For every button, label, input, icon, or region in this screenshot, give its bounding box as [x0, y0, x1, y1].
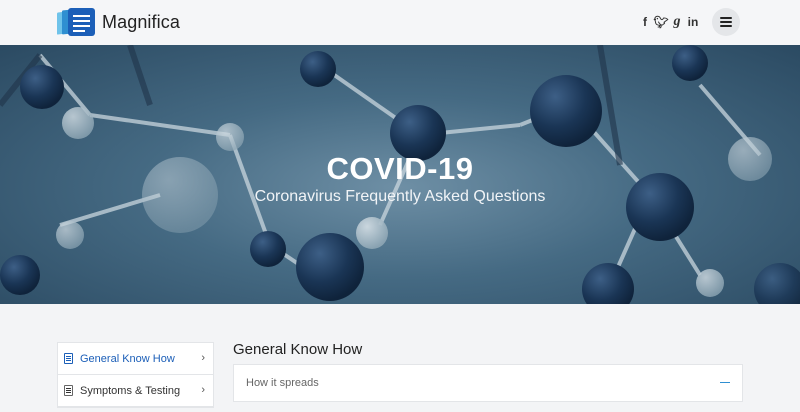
faq-category-sidebar: General Know How › Symptoms & Testing ›: [57, 342, 214, 408]
chevron-right-icon: ›: [201, 352, 205, 364]
google-plus-icon[interactable]: g: [669, 14, 685, 30]
document-icon: [64, 385, 73, 396]
hero-title: COVID-19: [326, 151, 474, 186]
brand-logo[interactable]: Magnifica: [57, 7, 180, 37]
faq-question: How it spreads: [246, 377, 319, 389]
chevron-right-icon: ›: [201, 384, 205, 396]
top-header: Magnifica f 🐦︎ g in: [0, 0, 800, 45]
sidebar-item-symptoms-testing[interactable]: Symptoms & Testing ›: [58, 375, 213, 407]
sidebar-item-label: General Know How: [80, 352, 175, 365]
hero-subtitle: Coronavirus Frequently Asked Questions: [254, 188, 546, 205]
collapse-icon[interactable]: [720, 382, 730, 383]
menu-button[interactable]: [712, 8, 740, 36]
section-title: General Know How: [233, 341, 363, 358]
brand-name: Magnifica: [102, 11, 180, 32]
document-icon: [64, 353, 73, 364]
logo-icon: [57, 7, 95, 37]
faq-accordion-item[interactable]: How it spreads: [233, 364, 743, 402]
linkedin-icon[interactable]: in: [685, 14, 701, 30]
facebook-icon[interactable]: f: [637, 14, 653, 30]
sidebar-item-general-know-how[interactable]: General Know How ›: [58, 343, 213, 375]
sidebar-item-label: Symptoms & Testing: [80, 384, 181, 397]
social-links: f 🐦︎ g in: [637, 14, 701, 30]
hero-banner: COVID-19 Coronavirus Frequently Asked Qu…: [0, 45, 800, 304]
twitter-icon[interactable]: 🐦︎: [653, 14, 669, 30]
